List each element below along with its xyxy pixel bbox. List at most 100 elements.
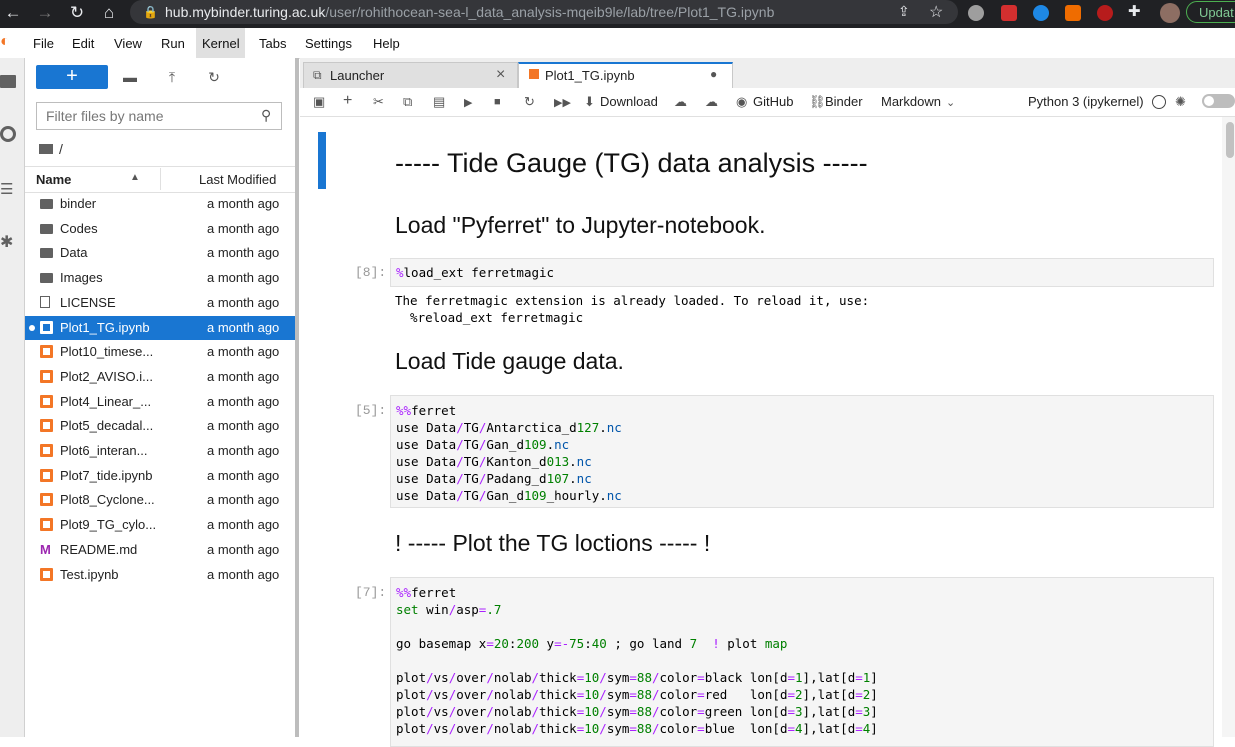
copy-icon[interactable]: ⧉ [403, 94, 412, 110]
file-row[interactable]: Images a month ago [25, 266, 295, 290]
kernel-name[interactable]: Python 3 (ipykernel) [1028, 94, 1144, 109]
restart-run-all-icon[interactable]: ▶▶ [554, 96, 571, 109]
notebook-icon [40, 419, 53, 433]
extension-manager-icon[interactable]: ✱ [0, 232, 13, 252]
notebook-icon [40, 369, 53, 383]
insert-cell-icon[interactable]: + [343, 92, 352, 110]
file-modified: a month ago [207, 196, 280, 211]
reload-icon[interactable]: ↻ [66, 2, 88, 24]
file-row[interactable]: Plot6_interan... a month ago [25, 439, 295, 463]
upload-icon[interactable]: ⤒ [163, 68, 181, 86]
extension-red-icon[interactable] [1001, 5, 1017, 21]
breadcrumb-root[interactable]: / [59, 141, 63, 157]
home-icon[interactable]: ⌂ [98, 2, 120, 24]
new-folder-icon[interactable]: ▬ [121, 68, 139, 86]
table-of-contents-icon[interactable]: ☰ [0, 180, 13, 198]
debugger-bug-icon[interactable]: ✺ [1175, 94, 1186, 110]
file-row[interactable]: Plot5_decadal... a month ago [25, 414, 295, 438]
file-modified: a month ago [207, 270, 280, 286]
notebook-icon [40, 518, 53, 532]
menu-view[interactable]: View [114, 36, 142, 51]
column-name-header[interactable]: Name [36, 172, 71, 187]
code-line: use Data/TG/Gan_d109_hourly.nc [396, 488, 622, 503]
extension-globe-icon[interactable] [968, 5, 984, 21]
download-button[interactable]: Download [600, 94, 658, 109]
file-row[interactable]: LICENSE a month ago [25, 291, 295, 315]
code-cell-2[interactable]: %%ferret use Data/TG/Antarctica_d127.nc us… [390, 395, 1214, 508]
menu-kernel[interactable]: Kernel [202, 36, 240, 51]
column-separator[interactable] [160, 168, 161, 190]
update-button[interactable]: Updat [1186, 1, 1235, 23]
binder-button[interactable]: Binder [825, 94, 863, 109]
file-row[interactable]: Plot2_AVISO.i... a month ago [25, 365, 295, 389]
file-row[interactable]: Codes a month ago [25, 217, 295, 241]
file-row[interactable]: binder a month ago [25, 192, 295, 216]
file-row[interactable]: M README.md a month ago [25, 538, 295, 562]
file-row[interactable]: Plot7_tide.ipynb a month ago [25, 464, 295, 488]
code-cell-3[interactable]: %%ferret set win/asp=.7 go basemap x=20:2… [390, 577, 1214, 747]
cloud-upload-icon[interactable]: ☁ [705, 94, 718, 110]
notebook-icon [40, 444, 53, 457]
refresh-icon[interactable]: ↻ [205, 68, 223, 86]
run-icon[interactable]: ▶ [464, 96, 472, 109]
cloud-download-icon[interactable]: ☁ [674, 94, 687, 110]
filter-files-input[interactable] [36, 102, 282, 130]
file-row[interactable]: Plot8_Cyclone... a month ago [25, 488, 295, 512]
tab-launcher[interactable]: ⧉ Launcher × [303, 62, 518, 88]
save-icon[interactable]: ▣ [313, 94, 325, 110]
menu-help[interactable]: Help [373, 36, 400, 51]
cell1-code[interactable]: %load_ext ferretmagic [396, 264, 554, 281]
url-text[interactable]: hub.mybinder.turing.ac.uk/user/rohithoce… [165, 4, 774, 20]
scrollbar[interactable] [1222, 117, 1235, 737]
scrollbar-thumb[interactable] [1226, 122, 1234, 158]
chevron-down-icon[interactable]: ⌄ [946, 96, 955, 109]
extension-sc-icon[interactable] [1065, 5, 1081, 21]
github-icon[interactable]: ◉ [736, 94, 747, 110]
share-icon[interactable]: ⇪ [898, 3, 910, 20]
extensions-puzzle-icon[interactable]: ✚ [1128, 2, 1141, 20]
binder-link-icon[interactable]: ⛓ [809, 94, 826, 110]
file-modified: a month ago [207, 541, 280, 557]
back-icon[interactable]: ← [2, 2, 24, 24]
cell3-code[interactable]: %%ferret set win/asp=.7 go basemap x=20:2… [396, 584, 878, 737]
menu-edit[interactable]: Edit [72, 36, 94, 51]
bookmark-star-icon[interactable]: ☆ [929, 2, 943, 22]
code-cell-1[interactable]: %load_ext ferretmagic [390, 258, 1214, 287]
github-button[interactable]: GitHub [753, 94, 793, 109]
column-modified-header[interactable]: Last Modified [199, 172, 276, 187]
file-row[interactable]: Plot1_TG.ipynb a month ago [25, 315, 295, 340]
sort-ascending-icon[interactable]: ▲ [130, 172, 140, 183]
file-row[interactable]: Plot4_Linear_... a month ago [25, 390, 295, 414]
stop-icon[interactable]: ■ [494, 96, 501, 108]
profile-avatar[interactable] [1160, 3, 1180, 23]
running-kernels-icon[interactable] [0, 126, 16, 142]
cut-icon[interactable]: ✂ [373, 94, 384, 110]
file-row[interactable]: Data a month ago [25, 241, 295, 265]
forward-icon[interactable]: → [34, 2, 56, 24]
cell-type-select[interactable]: Markdown [881, 94, 941, 109]
file-row[interactable]: Plot10_timese... a month ago [25, 340, 295, 364]
file-row[interactable]: Test.ipynb a month ago [25, 563, 295, 587]
extension-ublock-icon[interactable] [1097, 5, 1113, 21]
tab-notebook[interactable]: Plot1_TG.ipynb ● [518, 62, 733, 88]
jupyter-logo-icon: ◐ [0, 33, 10, 50]
download-icon[interactable]: ⬇ [584, 94, 595, 110]
file-modified: a month ago [207, 319, 280, 335]
breadcrumb[interactable]: / [39, 141, 63, 157]
close-icon[interactable]: × [496, 66, 505, 84]
notebook-icon [529, 69, 539, 79]
menu-settings[interactable]: Settings [305, 36, 352, 51]
cell2-code[interactable]: %%ferret use Data/TG/Antarctica_d127.nc us… [396, 402, 622, 504]
unsaved-dot-icon[interactable]: ● [710, 67, 717, 81]
menu-tabs[interactable]: Tabs [259, 36, 286, 51]
extension-blue-icon[interactable] [1033, 5, 1049, 21]
restart-icon[interactable]: ↻ [524, 94, 535, 110]
menu-file[interactable]: File [33, 36, 54, 51]
file-browser-folder-icon[interactable] [0, 75, 16, 88]
file-row[interactable]: Plot9_TG_cylo... a month ago [25, 513, 295, 537]
home-folder-icon[interactable] [39, 144, 53, 154]
new-launcher-button[interactable]: + [36, 65, 108, 89]
menu-run[interactable]: Run [161, 36, 185, 51]
paste-icon[interactable]: ▤ [433, 94, 445, 110]
